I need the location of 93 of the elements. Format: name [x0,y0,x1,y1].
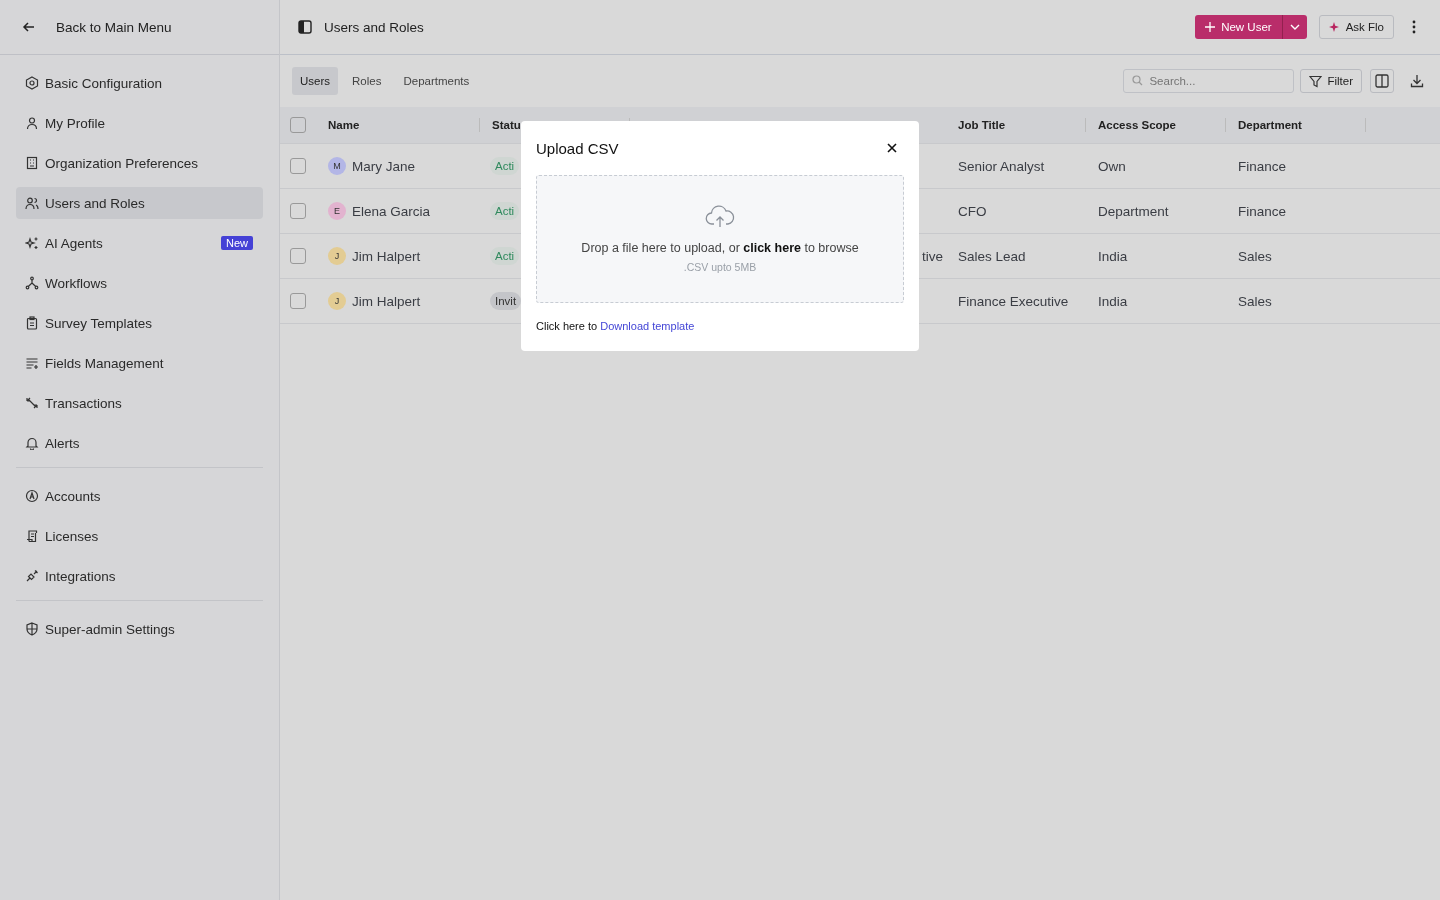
sidebar-item[interactable]: Accounts [16,480,263,512]
circle-a-icon [25,489,39,503]
lines-icon [25,356,39,370]
sidebar-item[interactable]: Basic Configuration [16,67,263,99]
close-icon[interactable] [887,143,897,153]
sparkle-icon [25,236,39,250]
table-cell: Senior Analyst [958,158,1045,174]
table-cell: Jim Halpert [352,293,421,309]
table-cell: Mary Jane [352,158,416,174]
table-cell: Sales Lead [958,248,1026,264]
page-title: Users and Roles [324,19,424,35]
download-template-link[interactable]: Download template [600,320,695,332]
caret-icon [1289,24,1300,30]
file-hint: .CSV upto 5MB [683,261,757,273]
table-cell: Finance Executive [958,293,1069,309]
sidebar-item[interactable]: AI Agents New [16,227,263,259]
avatar: J [328,247,346,265]
sidebar-item[interactable]: Transactions [16,387,263,419]
tab[interactable]: Users [292,67,339,95]
sparkle-icon [1328,22,1339,32]
new-badge: New [221,236,253,250]
column-header: Job Title [958,119,1006,131]
columns-button[interactable] [1370,69,1394,93]
search-icon [1132,75,1144,86]
status-pill: Acti [490,202,520,220]
table-cell: Department [1098,203,1169,219]
tab[interactable]: Departments [395,67,478,95]
building-icon [25,156,39,170]
table-cell: Sales [1238,248,1272,264]
download-icon[interactable] [1410,74,1424,88]
shield-icon [25,622,39,636]
flow-icon [25,276,39,290]
dialog-title: Upload CSV [536,139,619,157]
sidebar-item[interactable]: Workflows [16,267,263,299]
table-cell: Own [1098,158,1126,174]
table-cell: India [1098,248,1128,264]
sidebar-item[interactable]: Licenses [16,520,263,552]
column-header: Statu [492,119,521,131]
sidebar-item[interactable]: My Profile [16,107,263,139]
new-user-button[interactable]: New User [1195,15,1283,39]
back-arrow-icon[interactable] [22,20,36,34]
hexagon-icon [25,76,39,90]
filter-button[interactable]: Filter [1300,69,1362,93]
ask-flo-button[interactable]: Ask Flo [1318,15,1394,39]
sidebar-item[interactable]: Integrations [16,560,263,592]
back-to-main-menu-link[interactable]: Back to Main Menu [56,19,172,35]
select-all-checkbox[interactable] [290,117,306,133]
table-cell: Finance [1238,203,1287,219]
template-text: Click here to [536,320,598,332]
table-cell: Elena Garcia [352,203,431,219]
row-checkbox[interactable] [290,158,306,174]
plug-icon [25,569,39,583]
table-cell: Sales [1238,293,1272,309]
row-checkbox[interactable] [290,248,306,264]
sidebar-toggle-icon[interactable] [298,20,312,34]
search-field[interactable]: Search... [1123,69,1295,93]
sidebar-item[interactable]: Users and Roles [16,187,263,219]
sidebar-item[interactable]: Super-admin Settings [16,613,263,645]
status-pill: Invit [490,292,522,310]
status-pill: Acti [490,157,520,175]
table-cell: Finance [1238,158,1287,174]
row-checkbox[interactable] [290,203,306,219]
column-header: Department [1238,119,1302,131]
column-header: Access Scope [1098,119,1176,131]
sidebar-item[interactable]: Survey Templates [16,307,263,339]
avatar: J [328,292,346,310]
row-checkbox[interactable] [290,293,306,309]
sidebar-item[interactable]: Alerts [16,427,263,459]
users-icon [25,196,39,210]
plus-icon [1205,22,1216,32]
columns-icon [1375,74,1389,88]
table-cell: tive [922,248,943,264]
arrows-icon [25,396,39,410]
dropdown-button[interactable] [1282,15,1307,39]
clipboard-icon [25,316,39,330]
table-cell: India [1098,293,1128,309]
filter-icon [1309,74,1323,88]
scroll-icon [25,529,39,543]
column-header: Name [328,119,360,131]
user-icon [25,116,39,130]
table-cell: Jim Halpert [352,248,421,264]
bell-icon [25,436,39,450]
sidebar-item[interactable]: Organization Preferences [16,147,263,179]
sidebar-item[interactable]: Fields Management [16,347,263,379]
drop-zone[interactable]: Drop a file here to upload, or click here to browse .CSV upto 5MB [536,175,904,303]
tab[interactable]: Roles [344,67,390,95]
more-options-icon[interactable] [1412,20,1416,34]
drop-instructions: Drop a file here to upload, or click here to browse [581,241,859,255]
status-pill: Acti [490,247,520,265]
avatar: M [328,157,346,175]
table-cell: CFO [958,203,987,219]
cloud-upload-icon [705,205,735,229]
avatar: E [328,202,346,220]
